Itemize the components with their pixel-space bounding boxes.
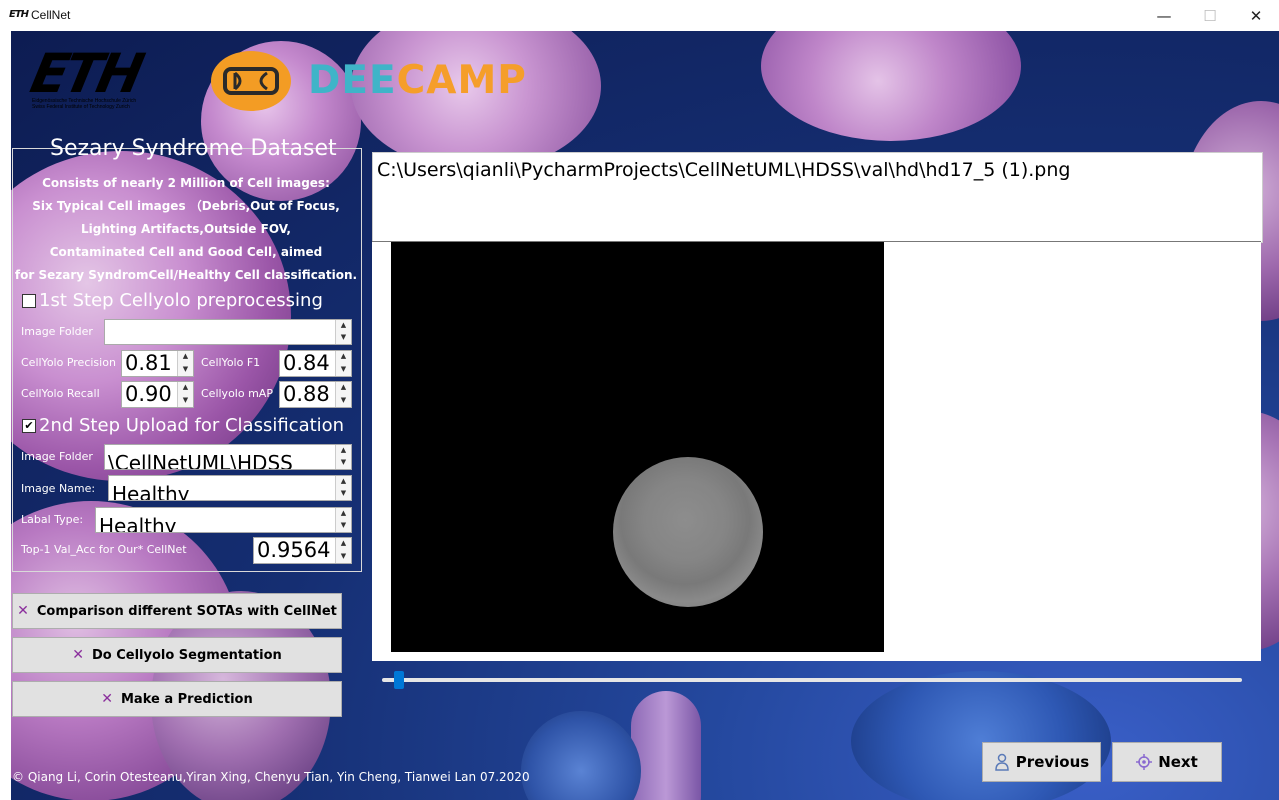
- eth-logo: ETH Eidgenössische Technische Hochschule…: [25, 42, 146, 110]
- minimize-icon: —: [1156, 6, 1172, 25]
- step1-image-folder-label: Image Folder: [21, 325, 93, 338]
- maximize-icon: ☐: [1203, 6, 1217, 25]
- checkmark-icon: ✔: [24, 419, 34, 432]
- precision-spinbox[interactable]: 0.81 ▲ ▼: [121, 350, 194, 377]
- person-icon: [995, 753, 1009, 771]
- recall-spinbox[interactable]: 0.90 ▲ ▼: [121, 381, 194, 408]
- spin-arrows-icon[interactable]: ▲ ▼: [177, 351, 193, 376]
- precision-label: CellYolo Precision: [21, 356, 116, 369]
- f1-spinbox[interactable]: 0.84 ▲ ▼: [279, 350, 352, 377]
- slider-handle[interactable]: [393, 671, 404, 689]
- step2-image-folder-label: Image Folder: [21, 450, 93, 463]
- x-icon: ✕: [17, 603, 29, 619]
- spin-arrows-icon[interactable]: ▲ ▼: [335, 445, 351, 469]
- spin-arrows-icon[interactable]: ▲ ▼: [335, 382, 351, 407]
- image-path-text: C:\Users\qianli\PycharmProjects\CellNetU…: [377, 159, 1071, 181]
- spin-arrows-icon[interactable]: ▲ ▼: [177, 382, 193, 407]
- recall-label: CellYolo Recall: [21, 387, 100, 400]
- segmentation-button[interactable]: ✕ Do Cellyolo Segmentation: [12, 637, 342, 673]
- step2-checkbox[interactable]: ✔: [22, 419, 36, 433]
- step1-image-folder-input[interactable]: ▲ ▼: [104, 319, 352, 345]
- dataset-title: Sezary Syndrome Dataset: [50, 136, 337, 161]
- label-type-input[interactable]: Healthy ▲ ▼: [95, 507, 352, 533]
- image-slider[interactable]: [382, 678, 1242, 682]
- spin-arrows-icon[interactable]: ▲ ▼: [335, 476, 351, 500]
- f1-label: CellYolo F1: [201, 356, 261, 369]
- app-icon: ETH: [9, 9, 29, 20]
- spin-arrows-icon[interactable]: ▲ ▼: [335, 538, 351, 563]
- cell-image: [391, 242, 884, 652]
- predict-button[interactable]: ✕ Make a Prediction: [12, 681, 342, 717]
- close-button[interactable]: ✕: [1233, 0, 1279, 31]
- x-icon: ✕: [72, 647, 84, 663]
- copyright-text: © Qiang Li, Corin Otesteanu,Yiran Xing, …: [12, 770, 530, 784]
- deecamp-badge-icon: [211, 51, 291, 111]
- image-name-input[interactable]: Healthy ▲ ▼: [108, 475, 352, 501]
- maximize-button[interactable]: ☐: [1187, 0, 1233, 31]
- cell-blob: [613, 457, 763, 607]
- accuracy-label: Top-1 Val_Acc for Our* CellNet: [21, 543, 187, 556]
- previous-button[interactable]: Previous: [982, 742, 1101, 782]
- x-icon: ✕: [101, 691, 113, 707]
- image-path-box: C:\Users\qianli\PycharmProjects\CellNetU…: [372, 152, 1263, 243]
- step2-image-folder-input[interactable]: \CellNetUML\HDSS ▲ ▼: [104, 444, 352, 470]
- window-left-edge: [0, 31, 11, 800]
- minimize-button[interactable]: —: [1141, 0, 1187, 31]
- compare-sotas-button[interactable]: ✕ Comparison different SOTAs with CellNet: [12, 593, 342, 629]
- label-type-label: Labal Type:: [21, 513, 84, 526]
- image-viewer: [372, 241, 1261, 661]
- step1-label: 1st Step Cellyolo preprocessing: [39, 290, 323, 311]
- dataset-description: Consists of nearly 2 Million of Cell ima…: [14, 176, 358, 282]
- step2-label: 2nd Step Upload for Classification: [39, 415, 345, 436]
- map-spinbox[interactable]: 0.88 ▲ ▼: [279, 381, 352, 408]
- spin-arrows-icon[interactable]: ▲ ▼: [335, 508, 351, 532]
- target-icon: [1136, 754, 1153, 770]
- map-label: Cellyolo mAP: [201, 387, 273, 400]
- image-name-label: Image Name:: [21, 482, 96, 495]
- close-icon: ✕: [1249, 6, 1263, 25]
- deecamp-logo: DEECAMP: [308, 58, 527, 103]
- title-bar: ETH CellNet — ☐ ✕: [0, 0, 1279, 32]
- next-button[interactable]: Next: [1112, 742, 1222, 782]
- step1-checkbox[interactable]: [22, 294, 36, 308]
- spin-arrows-icon[interactable]: ▲ ▼: [335, 351, 351, 376]
- spin-arrows-icon[interactable]: ▲ ▼: [335, 320, 351, 344]
- accuracy-spinbox[interactable]: 0.9564 ▲ ▼: [253, 537, 352, 564]
- window-title: CellNet: [31, 8, 71, 22]
